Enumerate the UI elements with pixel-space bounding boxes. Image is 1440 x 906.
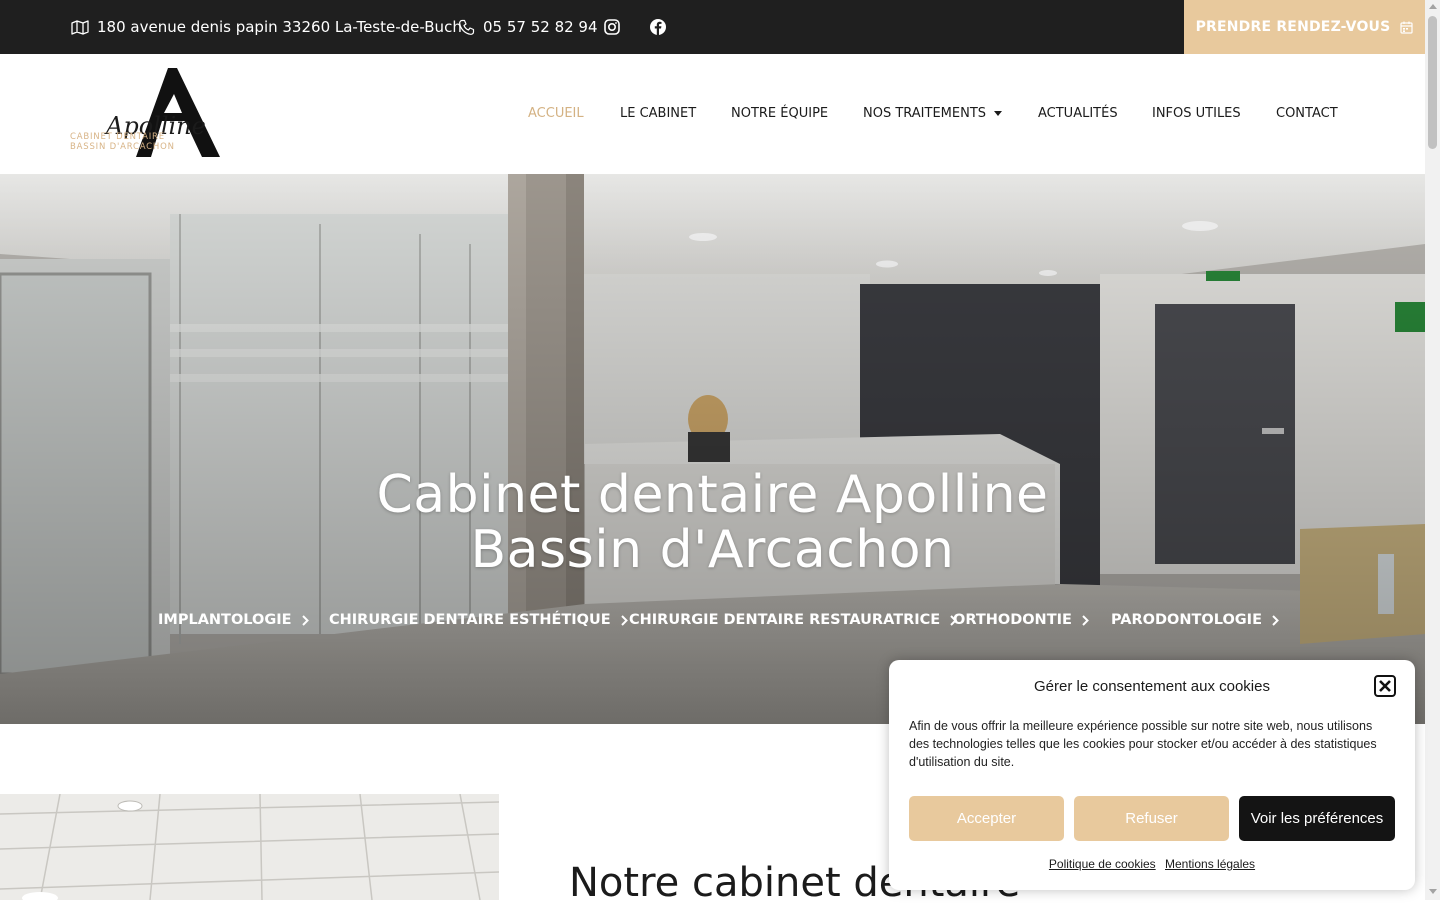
phone-info[interactable]: 05 57 52 82 94 (458, 0, 598, 54)
cookie-dialog-title: Gérer le consentement aux cookies (1034, 678, 1270, 695)
hero-link-implantologie[interactable]: IMPLANTOLOGIE (158, 612, 309, 628)
legal-notice-link[interactable]: Mentions légales (1165, 857, 1255, 871)
hero-link-parodontologie[interactable]: PARODONTOLOGIE (1111, 612, 1279, 628)
nav-item-infos-utiles[interactable]: INFOS UTILES (1152, 106, 1241, 121)
chevron-right-icon (1082, 614, 1089, 626)
phone-icon (459, 19, 475, 35)
accept-cookies-button[interactable]: Accepter (909, 796, 1064, 841)
address-info[interactable]: 180 avenue denis papin 33260 La-Teste-de… (71, 0, 462, 54)
hero-link-label: CHIRURGIE DENTAIRE ESTHÉTIQUE (329, 612, 611, 628)
nav-item-notre-equipe[interactable]: NOTRE ÉQUIPE (731, 106, 828, 121)
chevron-right-icon (301, 614, 309, 626)
hero-link-label: PARODONTOLOGIE (1111, 612, 1262, 628)
facebook-icon[interactable] (649, 18, 667, 36)
close-icon[interactable] (1374, 675, 1396, 697)
hero-link-label: CHIRURGIE DENTAIRE RESTAURATRICE (629, 612, 941, 628)
refuse-cookies-button[interactable]: Refuser (1074, 796, 1229, 841)
calendar-icon (1400, 21, 1414, 34)
chevron-right-icon (1272, 614, 1279, 626)
hero-title-line1: Cabinet dentaire Apolline (376, 465, 1049, 525)
nav-item-nos-traitements[interactable]: NOS TRAITEMENTS (863, 106, 1003, 121)
cookie-dialog-text: Afin de vous offrir la meilleure expérie… (909, 719, 1377, 769)
hero-link-chirurgie-restauratrice[interactable]: CHIRURGIE DENTAIRE RESTAURATRICE (629, 612, 958, 628)
hero-banner: Cabinet dentaire Apolline Bassin d'Arcac… (0, 174, 1425, 724)
cookie-dialog-links: Politique de cookies Mentions légales (889, 857, 1415, 871)
hero-link-label: IMPLANTOLOGIE (158, 612, 292, 628)
cookie-policy-link[interactable]: Politique de cookies (1049, 857, 1156, 871)
hero-title-line2: Bassin d'Arcachon (470, 520, 955, 580)
cookie-preferences-button[interactable]: Voir les préférences (1239, 796, 1395, 841)
nav-item-accueil[interactable]: ACCUEIL (528, 106, 584, 121)
scrollbar-thumb[interactable] (1428, 16, 1437, 149)
map-icon (71, 19, 89, 35)
instagram-icon[interactable] (603, 18, 621, 36)
phone-text: 05 57 52 82 94 (483, 18, 598, 36)
book-appointment-button[interactable]: PRENDRE RENDEZ-VOUS (1184, 0, 1425, 54)
nav-item-actualites[interactable]: ACTUALITÉS (1038, 106, 1118, 121)
top-bar: 180 avenue denis papin 33260 La-Teste-de… (0, 0, 1425, 54)
hero-title: Cabinet dentaire Apolline Bassin d'Arcac… (0, 468, 1425, 578)
chevron-right-icon (620, 614, 628, 626)
cabinet-ceiling-image (0, 794, 499, 900)
hero-link-orthodontie[interactable]: ORTHODONTIE (953, 612, 1089, 628)
address-text: 180 avenue denis papin 33260 La-Teste-de… (97, 18, 462, 36)
hero-link-label: ORTHODONTIE (953, 612, 1072, 628)
cabinet-photo (0, 794, 499, 900)
logo-subtitle: CABINET DENTAIRE BASSIN D'ARCACHON (70, 132, 175, 152)
page-scrollbar[interactable] (1425, 0, 1440, 900)
logo-subtitle-line2: BASSIN D'ARCACHON (70, 142, 175, 152)
cookie-consent-dialog: Gérer le consentement aux cookies Afin d… (889, 660, 1415, 890)
scroll-up-icon[interactable] (1429, 4, 1437, 9)
nav-item-nos-traitements-label: NOS TRAITEMENTS (863, 106, 987, 121)
site-logo[interactable]: Apolline CABINET DENTAIRE BASSIN D'ARCAC… (70, 66, 230, 161)
site-header: Apolline CABINET DENTAIRE BASSIN D'ARCAC… (0, 54, 1425, 174)
book-appointment-label: PRENDRE RENDEZ-VOUS (1195, 19, 1391, 35)
hero-link-chirurgie-esthetique[interactable]: CHIRURGIE DENTAIRE ESTHÉTIQUE (329, 612, 628, 628)
logo-subtitle-line1: CABINET DENTAIRE (70, 132, 165, 142)
scroll-down-icon[interactable] (1429, 889, 1437, 894)
hero-background-image (0, 174, 1425, 724)
chevron-down-icon (994, 111, 1003, 116)
nav-item-le-cabinet[interactable]: LE CABINET (620, 106, 696, 121)
nav-item-contact[interactable]: CONTACT (1276, 106, 1338, 121)
